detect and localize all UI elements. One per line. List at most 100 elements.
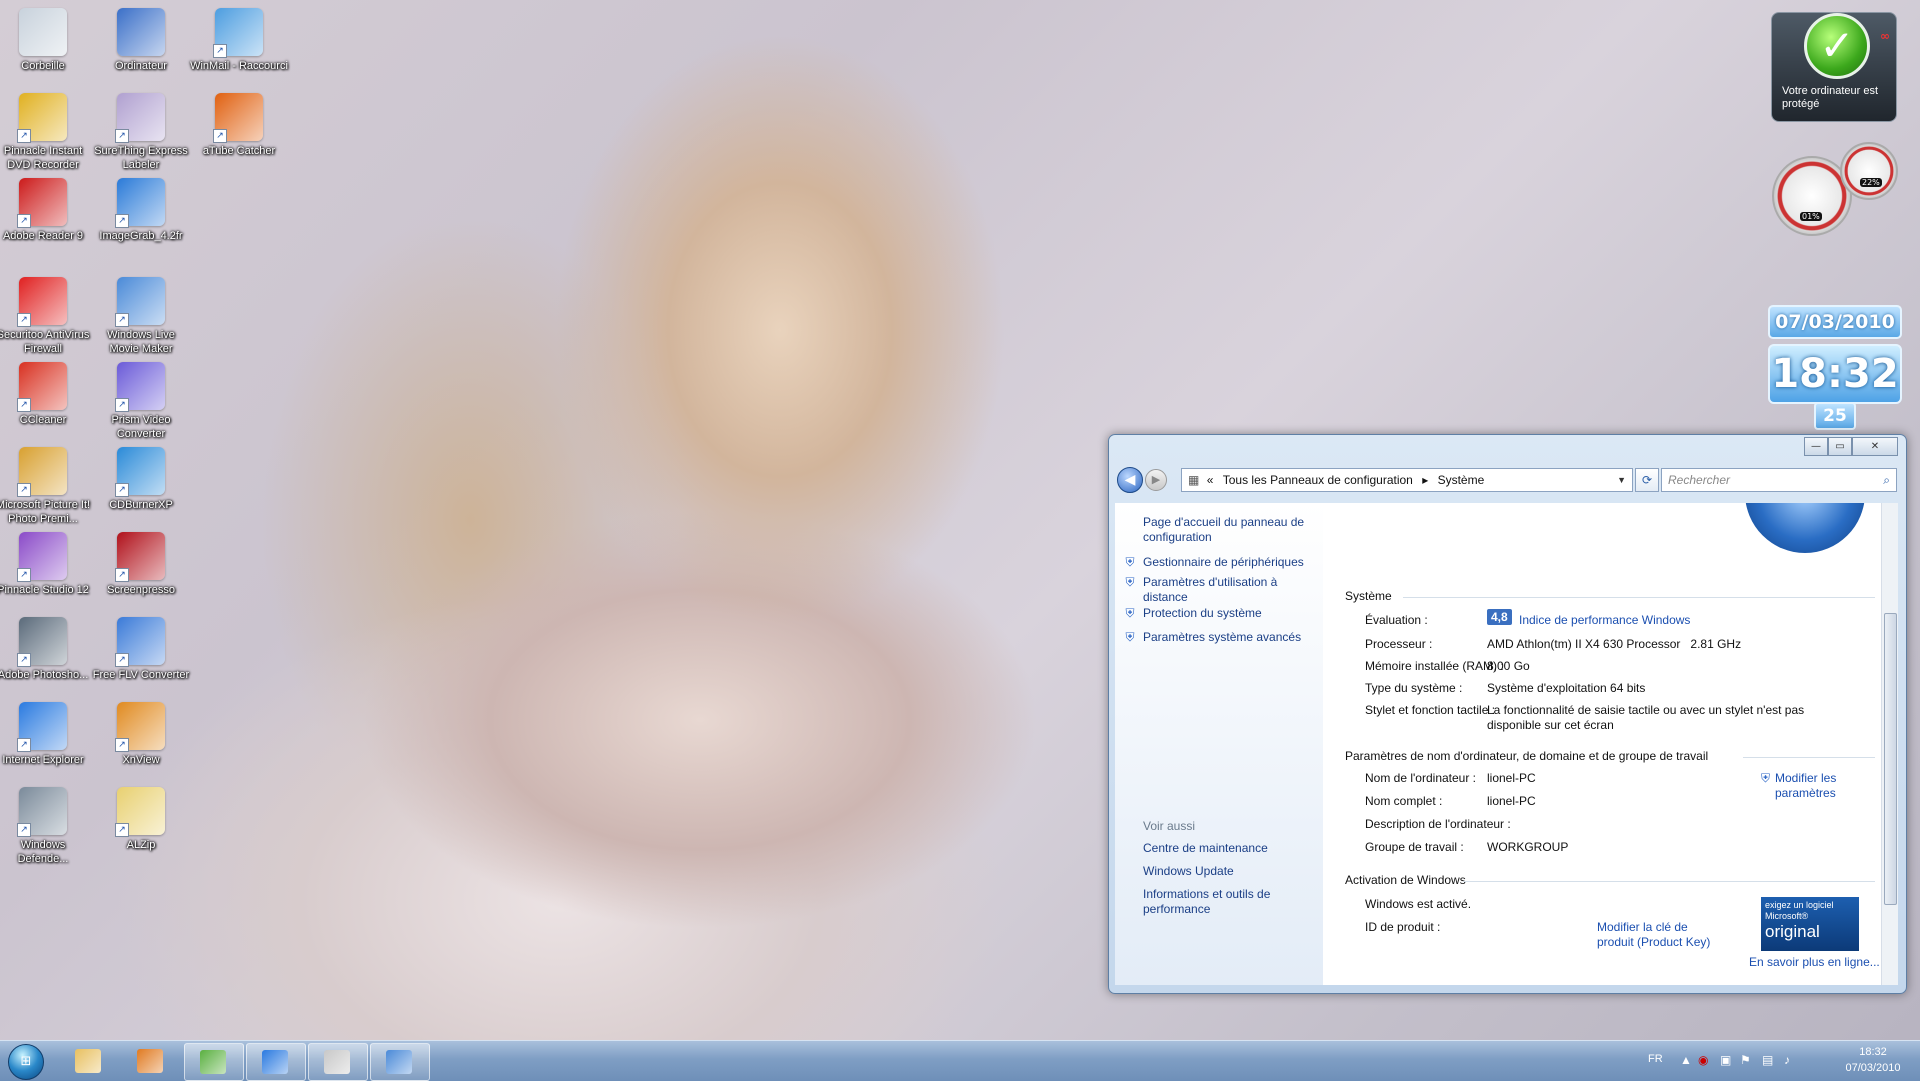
security-gadget[interactable]: ✓ ∞ Votre ordinateur est protégé [1771,12,1897,122]
activation-heading: Activation de Windows [1345,873,1466,887]
app-icon: ↗ [17,277,67,327]
sidebar-link-remote[interactable]: Paramètres d'utilisation à distance [1143,575,1318,605]
app-icon [19,8,67,56]
app-icon: ↗ [115,178,165,228]
taskbar-item-ie[interactable] [246,1043,306,1081]
shortcut-arrow-icon: ↗ [115,738,129,752]
sidebar-link-device-manager[interactable]: Gestionnaire de périphériques [1143,555,1318,570]
breadcrumb-arrow-icon[interactable]: ▸ [1422,473,1428,487]
shield-icon: ⛨ [1125,630,1135,644]
badge-line1: exigez un logiciel [1765,900,1834,910]
folder-tray-icon[interactable]: ▣ [1720,1053,1731,1067]
taskbar-item-control-panel[interactable] [370,1043,430,1081]
sidebar-link-windows-update[interactable]: Windows Update [1143,864,1318,879]
tray-expand-icon[interactable]: ▲ [1680,1053,1692,1067]
sidebar-link-advanced[interactable]: Paramètres système avancés [1143,630,1318,645]
shortcut-arrow-icon: ↗ [115,568,129,582]
divider [1743,757,1875,758]
app-icon: ↗ [115,447,165,497]
rating-label: Évaluation : [1365,613,1428,627]
sidebar-home-link[interactable]: Page d'accueil du panneau de configurati… [1143,515,1318,545]
breadcrumb-all-panels[interactable]: Tous les Panneaux de configuration [1223,473,1413,487]
desktop-icon-label: Windows Live Movie Maker [107,329,175,355]
language-indicator[interactable]: FR [1648,1053,1663,1065]
clock-gadget[interactable]: 18:32 [1768,344,1902,404]
shortcut-arrow-icon: ↗ [17,313,31,327]
scrollbar[interactable] [1881,503,1898,985]
control-panel-icon [386,1050,412,1074]
maximize-button[interactable]: ▭ [1828,437,1852,456]
sidebar-link-protection[interactable]: Protection du système [1143,606,1318,621]
system-window[interactable]: — ▭ ✕ ◀ ▶ ▦ « Tous les Panneaux de confi… [1108,434,1907,994]
flag-tray-icon[interactable]: ⚑ [1740,1053,1751,1067]
sidebar: Page d'accueil du panneau de configurati… [1115,503,1324,985]
genuine-microsoft-badge[interactable]: exigez un logiciel Microsoft® original [1761,897,1859,951]
taskbar-clock[interactable]: 18:32 07/03/2010 [1828,1044,1918,1076]
app-icon [324,1050,350,1074]
app-icon: ↗ [115,787,165,837]
day-gadget: 25 [1814,402,1856,430]
app-icon: ↗ [17,93,67,143]
forward-arrow-icon[interactable]: ▶ [1145,469,1167,491]
taskbar-item-explorer[interactable] [60,1043,118,1079]
change-product-key-link[interactable]: Modifier la clé de produit (Product Key) [1597,920,1717,950]
divider [1463,881,1875,882]
network-tray-icon[interactable]: ▤ [1762,1053,1773,1067]
learn-more-link[interactable]: En savoir plus en ligne... [1749,955,1880,969]
search-placeholder: Rechercher [1668,473,1731,487]
app-icon [117,8,165,56]
close-button[interactable]: ✕ [1852,437,1898,456]
address-dropdown-icon[interactable]: ▼ [1617,469,1626,491]
modify-settings-link[interactable]: Modifier les paramètres [1775,771,1867,801]
shortcut-arrow-icon: ↗ [115,398,129,412]
activation-status: Windows est activé. [1365,897,1472,911]
desktop-icon-label: Corbeille [21,60,65,72]
desktop-icon-label: Pinnacle Studio 12 [0,584,89,596]
start-button[interactable]: ⊞ [2,1042,50,1080]
performance-index-link[interactable]: Indice de performance Windows [1519,613,1690,627]
system-type-value: Système d'exploitation 64 bits [1487,681,1646,695]
media-icon [137,1049,163,1073]
desktop-icon[interactable]: ↗ aTube Catcher [190,89,288,189]
scrollbar-thumb[interactable] [1884,613,1897,905]
sidebar-link-maintenance[interactable]: Centre de maintenance [1143,841,1318,856]
search-icon[interactable]: ⌕ [1883,469,1890,491]
minimize-button[interactable]: — [1804,437,1828,456]
shortcut-arrow-icon: ↗ [115,214,129,228]
back-arrow-icon[interactable]: ◀ [1117,467,1143,493]
desktop-icon-label: Screenpresso [107,584,175,596]
desktop-icon[interactable]: ↗ ImageGrab_4.2fr [92,174,190,274]
refresh-icon[interactable]: ⟳ [1635,468,1659,492]
app-icon: ↗ [115,532,165,582]
desktop-icon[interactable]: ↗ Adobe Reader 9 [0,174,92,274]
desktop-icon-label: ImageGrab_4.2fr [99,230,183,242]
sidebar-link-performance[interactable]: Informations et outils de performance [1143,887,1318,917]
volume-tray-icon[interactable]: ♪ [1784,1053,1790,1067]
full-name-label: Nom complet : [1365,794,1443,808]
taskbar-item-messenger[interactable] [184,1043,244,1081]
desktop-icon-label: CDBurnerXP [109,499,173,511]
workgroup-value: WORKGROUP [1487,840,1569,854]
cpu-meter-gadget[interactable]: 01% 22% [1768,142,1898,236]
taskbar-item-media[interactable] [122,1043,180,1079]
address-bar[interactable]: ▦ « Tous les Panneaux de configuration ▸… [1181,468,1633,492]
rating-badge[interactable]: 4,8 [1487,609,1512,625]
taskbar-item-app[interactable] [308,1043,368,1081]
desktop-icon-label: Internet Explorer [2,754,84,766]
taskbar: ⊞ FR ▲ ◉ ▣ ⚑ ▤ ♪ 18:32 07/03/2010 [0,1040,1920,1081]
shortcut-arrow-icon: ↗ [17,738,31,752]
desktop-icon[interactable]: ↗ Windows Defende... [0,783,92,883]
desktop-icon-label: CCleaner [19,414,67,426]
breadcrumb-system[interactable]: Système [1438,473,1485,487]
badge-line2: Microsoft® [1765,911,1809,921]
product-id-label: ID de produit : [1365,920,1441,934]
antivirus-tray-icon[interactable]: ◉ [1698,1053,1708,1067]
security-status-text: Votre ordinateur est protégé [1782,85,1879,110]
shortcut-arrow-icon: ↗ [213,129,227,143]
date-gadget[interactable]: 07/03/2010 [1768,305,1902,339]
search-input[interactable]: Rechercher ⌕ [1661,468,1897,492]
desktop-icon-label: aTube Catcher [202,145,276,157]
app-icon: ↗ [17,702,67,752]
pen-touch-label: Stylet et fonction tactile : [1365,703,1496,717]
desktop-icon[interactable]: ↗ ALZip [92,783,190,883]
